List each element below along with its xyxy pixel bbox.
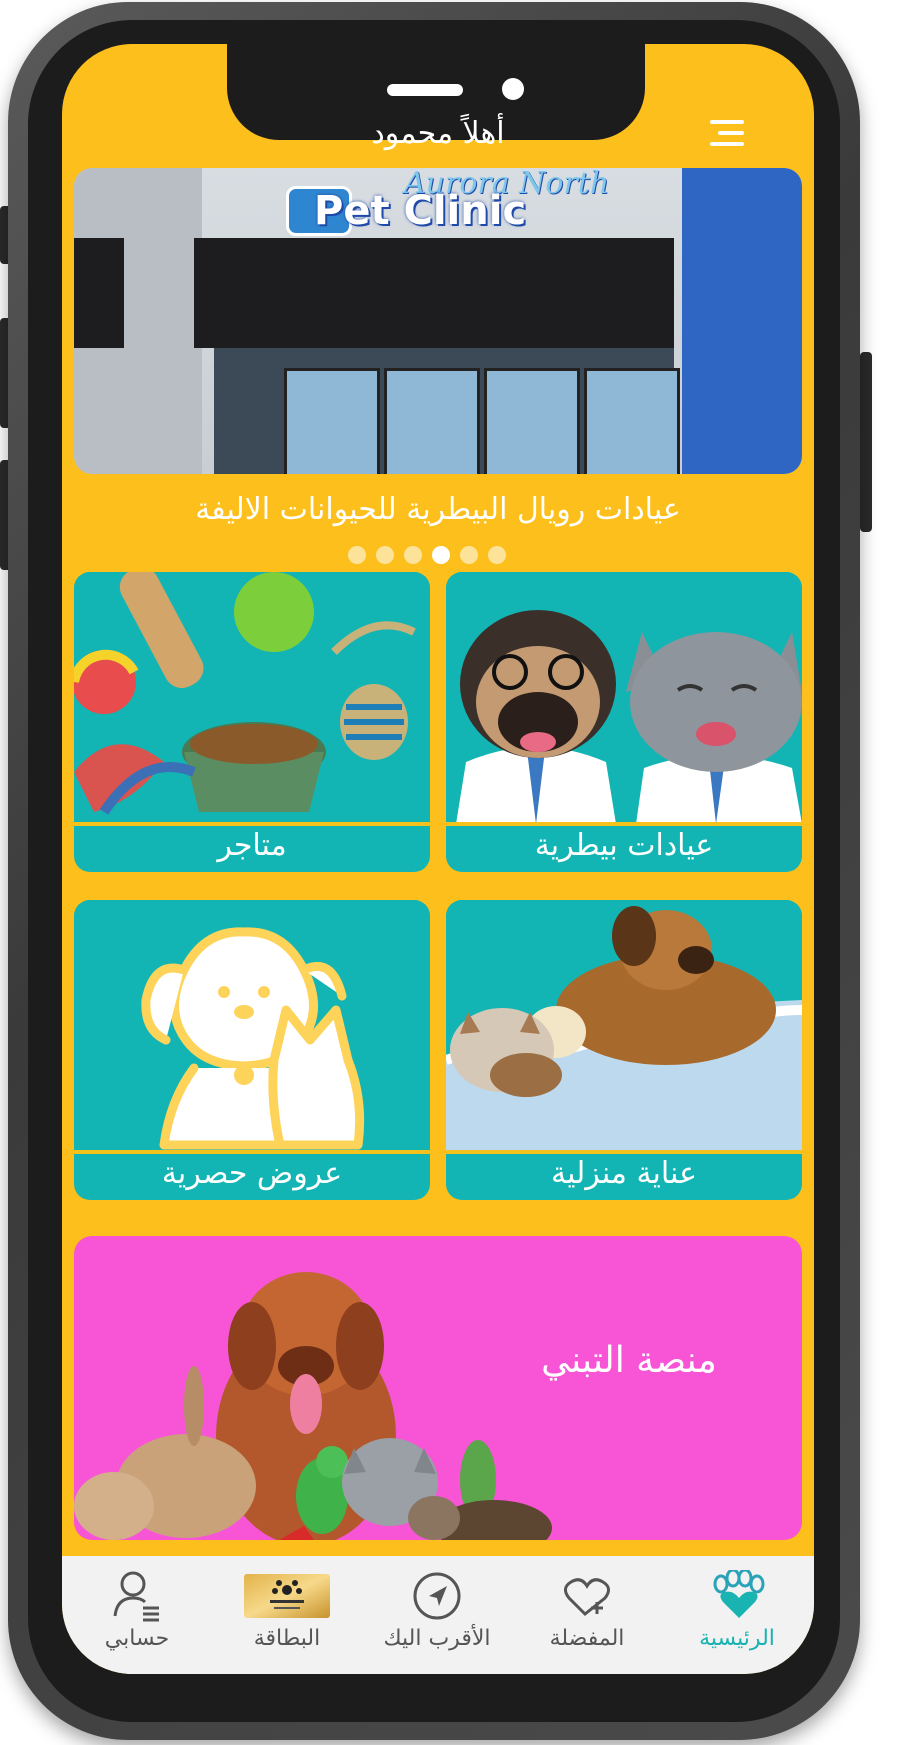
storefront-awning [194,238,674,348]
carousel-image[interactable]: Aurora North Pet Clinic [74,168,802,474]
carousel-dot[interactable] [404,546,422,564]
adoption-banner[interactable]: منصة التبني [74,1236,802,1540]
tile-label: متاجر [217,828,287,863]
tile-vet-clinics[interactable]: عيادات بيطرية [446,572,802,872]
app-screen: أهلاً محمود Aurora North Pet Clinic عياد… [62,44,814,1674]
hamburger-menu-icon[interactable] [704,120,744,148]
speaker-grille [387,84,463,96]
tile-stores[interactable]: متاجر [74,572,430,872]
tab-label: البطاقة [253,1626,321,1651]
tab-favorites[interactable]: المفضلة [512,1556,662,1674]
adoption-banner-label: منصة التبني [541,1340,717,1381]
membership-card-icon [244,1574,330,1618]
tile-exclusive-offers[interactable]: عروض حصرية [74,900,430,1200]
tile-label: عناية منزلية [550,1156,697,1191]
tab-card[interactable]: البطاقة [212,1556,362,1674]
tab-label: المفضلة [549,1626,625,1651]
tile-home-care[interactable]: عناية منزلية [446,900,802,1200]
tab-label: الرئيسية [699,1626,775,1651]
front-camera [502,78,524,100]
vet-pets-image [446,572,802,824]
tab-label: الأقرب اليك [383,1626,491,1651]
pet-bath-image [446,900,802,1152]
navigation-arrow-icon [407,1570,467,1622]
tab-home[interactable]: الرئيسية [662,1556,812,1674]
pet-supplies-image [74,572,430,824]
carousel-dot[interactable] [460,546,478,564]
tab-account[interactable]: حسابي [62,1556,212,1674]
carousel-dot[interactable] [488,546,506,564]
tab-nearest[interactable]: الأقرب اليك [362,1556,512,1674]
clinic-sign-text: Pet Clinic [314,188,527,234]
paw-heart-icon [707,1568,767,1622]
carousel-caption: عيادات رويال البيطرية للحيوانات الاليفة [195,492,681,527]
tile-label: عيادات بيطرية [534,828,714,863]
carousel-dot-active[interactable] [432,546,450,564]
user-list-icon [107,1570,167,1622]
tile-label: عروض حصرية [161,1156,343,1191]
adoption-animals-image [74,1236,554,1540]
heart-plus-icon [557,1570,617,1622]
dog-cat-outline-icon [74,900,430,1152]
greeting-title: أهلاً محمود [371,116,505,151]
tab-label: حسابي [104,1626,170,1651]
carousel-dot[interactable] [376,546,394,564]
carousel-dot[interactable] [348,546,366,564]
bottom-tab-bar: الرئيسية المفضلة الأقرب اليك البطاقة حسا… [62,1556,814,1674]
phone-power-button [860,352,872,532]
